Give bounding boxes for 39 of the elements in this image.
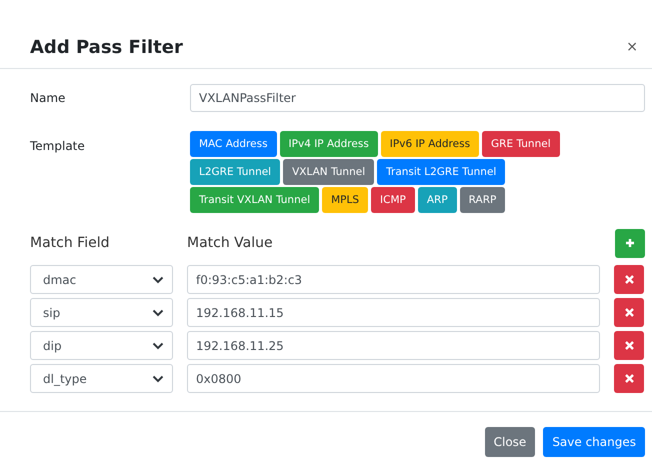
name-label: Name xyxy=(30,91,66,105)
template-button[interactable]: ICMP xyxy=(371,187,415,213)
column-header: Match Value xyxy=(187,235,274,251)
close-button[interactable]: × xyxy=(626,39,638,55)
match-value-field[interactable]: f0:93:c5:a1:b2:c3 xyxy=(187,265,600,294)
template-label: Template xyxy=(30,138,86,155)
column-header: Match Field xyxy=(30,235,110,251)
close-icon xyxy=(624,308,634,317)
close-icon xyxy=(624,374,634,383)
template-button[interactable]: RARP xyxy=(460,187,506,213)
close-button[interactable]: Close xyxy=(484,427,536,457)
match-field-select[interactable]: sip xyxy=(30,298,173,327)
remove-button[interactable] xyxy=(614,331,644,360)
remove-button[interactable] xyxy=(614,298,644,327)
template-button[interactable]: MAC Address xyxy=(190,131,277,157)
close-icon xyxy=(624,341,634,350)
template-button[interactable]: Transit L2GRE Tunnel xyxy=(377,159,506,185)
save-button[interactable]: Save changes xyxy=(543,427,645,457)
dialog-title: Add Pass Filter xyxy=(30,36,183,58)
chevron-down-icon xyxy=(152,276,164,284)
match-value-field[interactable]: 192.168.11.15 xyxy=(187,298,600,327)
match-field-select[interactable]: dl_type xyxy=(30,364,173,393)
match-value-field[interactable]: 0x0800 xyxy=(187,364,600,393)
name-field[interactable]: VXLANPassFilter xyxy=(190,84,645,112)
template-button[interactable]: VXLAN Tunnel xyxy=(283,159,374,185)
remove-button[interactable] xyxy=(614,364,644,393)
close-icon xyxy=(624,275,634,284)
add-button[interactable] xyxy=(615,228,645,258)
match-field-select[interactable]: dip xyxy=(30,331,173,360)
chevron-down-icon xyxy=(152,342,164,350)
plus-icon xyxy=(625,238,635,248)
template-button[interactable]: GRE Tunnel xyxy=(482,131,560,157)
match-field-select[interactable]: dmac xyxy=(30,265,173,294)
chevron-down-icon xyxy=(152,374,164,382)
template-button[interactable]: IPv6 IP Address xyxy=(380,131,480,157)
template-button[interactable]: MPLS xyxy=(322,187,368,213)
remove-button[interactable] xyxy=(614,265,644,294)
chevron-down-icon xyxy=(152,308,164,316)
match-value-field[interactable]: 192.168.11.25 xyxy=(187,331,600,360)
